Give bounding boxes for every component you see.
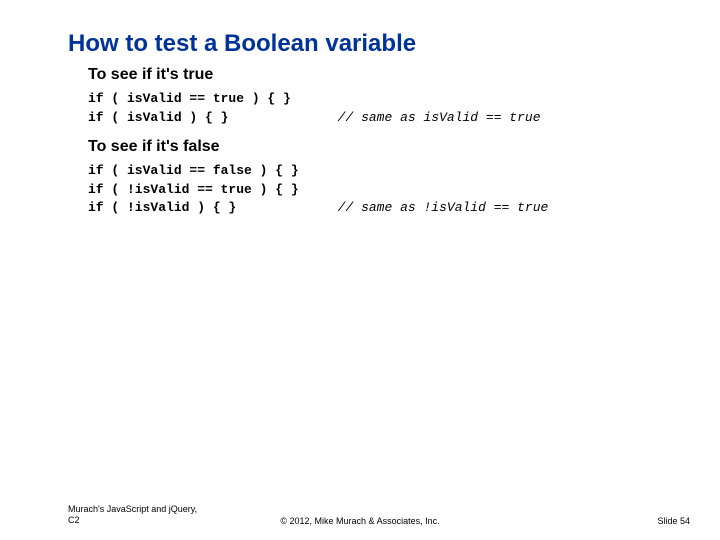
section-heading-true: To see if it's true xyxy=(88,66,648,84)
footer-copyright: © 2012, Mike Murach & Associates, Inc. xyxy=(0,516,720,526)
slide-title: How to test a Boolean variable xyxy=(68,30,416,58)
code-block-false: if ( isValid == false ) { } if ( !isVali… xyxy=(88,162,648,219)
code-comment: // same as isValid == true xyxy=(338,110,541,125)
code-line: if ( isValid ) { } xyxy=(88,110,228,125)
slide-footer: Murach's JavaScript and jQuery, C2 © 201… xyxy=(0,500,720,526)
footer-slide-number: Slide 54 xyxy=(657,516,690,526)
code-line: if ( isValid == false ) { } xyxy=(88,163,299,178)
code-block-true: if ( isValid == true ) { } if ( isValid … xyxy=(88,90,648,128)
slide-content: To see if it's true if ( isValid == true… xyxy=(88,66,648,228)
code-line: if ( isValid == true ) { } xyxy=(88,91,291,106)
code-line: if ( !isValid ) { } xyxy=(88,200,236,215)
footer-book-title: Murach's JavaScript and jQuery, xyxy=(68,504,197,514)
code-pad xyxy=(228,110,298,125)
section-heading-false: To see if it's false xyxy=(88,138,648,156)
code-comment: // same as !isValid == true xyxy=(338,200,549,215)
slide: How to test a Boolean variable To see if… xyxy=(0,0,720,540)
code-line: if ( !isValid == true ) { } xyxy=(88,182,299,197)
code-pad xyxy=(236,200,298,215)
